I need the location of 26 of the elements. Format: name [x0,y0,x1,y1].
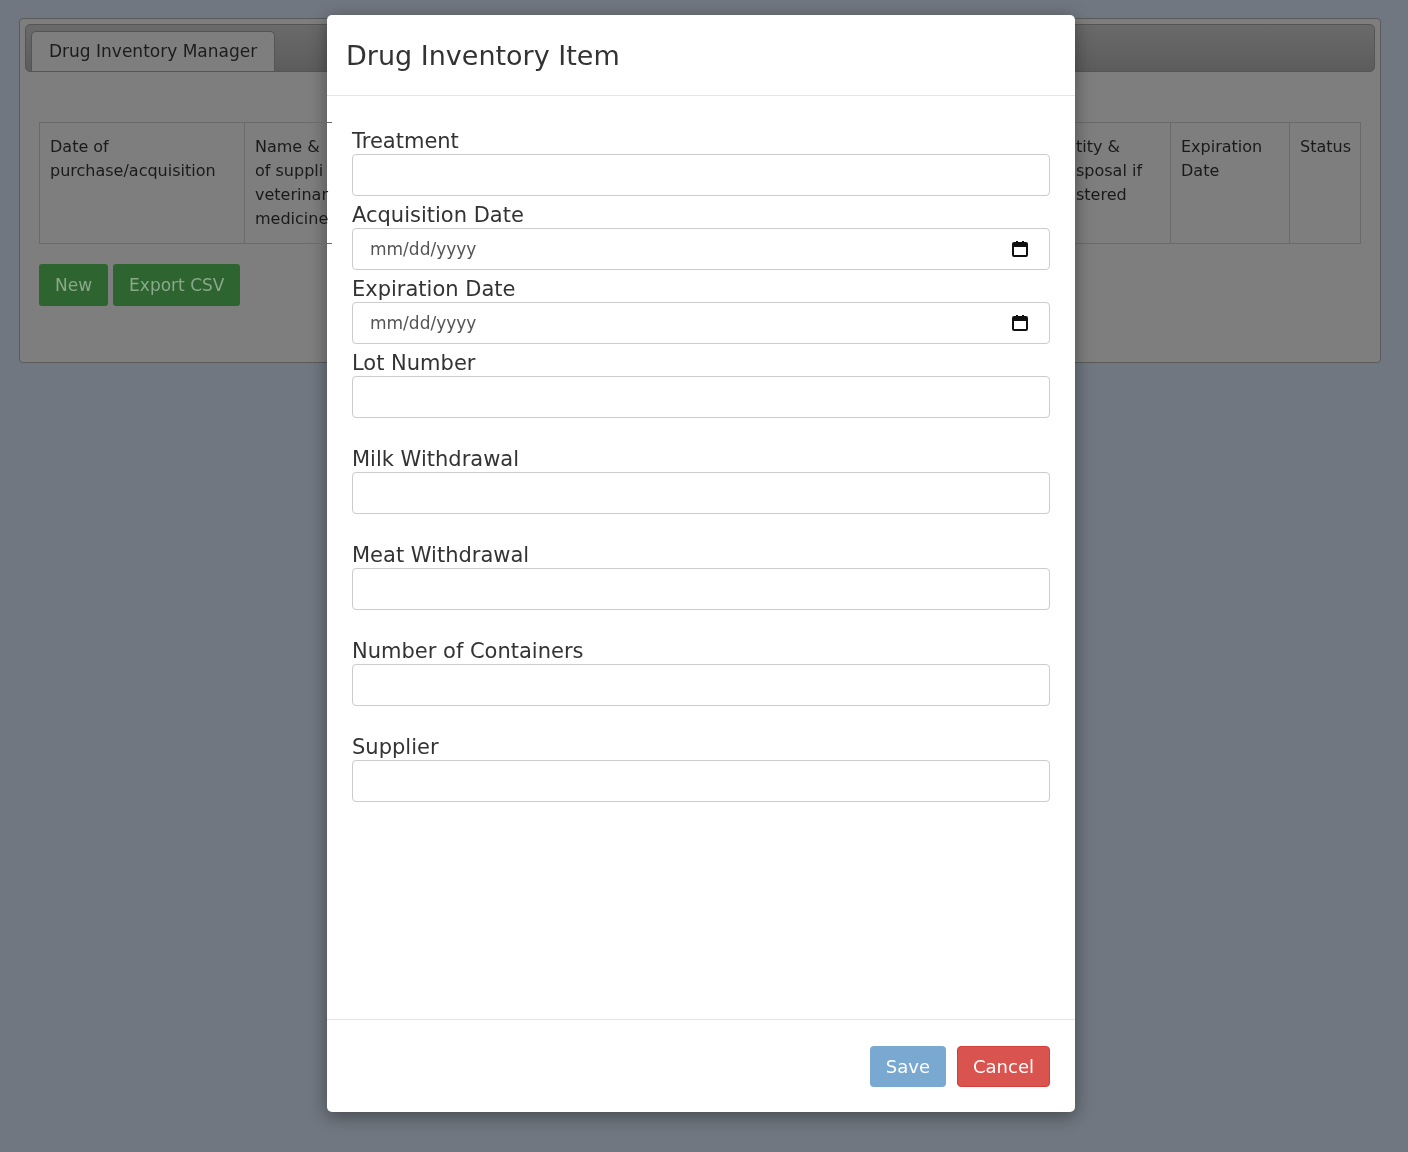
column-header: Date of purchase/acquisition [39,122,244,244]
date-field[interactable]: mm/dd/yyyy [352,228,1050,270]
column-header: Expiration Date [1170,122,1289,244]
date-field[interactable]: mm/dd/yyyy [352,302,1050,344]
field-label: Number of Containers [352,638,584,664]
cancel-button[interactable]: Cancel [957,1045,1050,1087]
field-label: Expiration Date [352,276,516,302]
input-field[interactable] [352,568,1050,610]
modal-title: Drug Inventory Item [346,39,620,71]
calendar-icon[interactable] [1011,314,1029,332]
column-header: Status [1289,122,1361,244]
app-tab[interactable]: Drug Inventory Manager [31,31,276,71]
input-field[interactable] [352,154,1050,196]
new-button[interactable]: New [39,264,109,306]
input-field[interactable] [352,376,1050,418]
field-label: Lot Number [352,350,476,376]
field-label: Treatment [352,128,459,154]
input-field[interactable] [352,760,1050,802]
field-label: Meat Withdrawal [352,542,530,568]
calendar-icon[interactable] [1011,240,1029,258]
input-field[interactable] [352,664,1050,706]
input-field[interactable] [352,472,1050,514]
field-label: Milk Withdrawal [352,446,519,472]
field-label: Supplier [352,734,439,760]
field-label: Acquisition Date [352,202,524,228]
export-button[interactable]: Export CSV [113,264,241,306]
